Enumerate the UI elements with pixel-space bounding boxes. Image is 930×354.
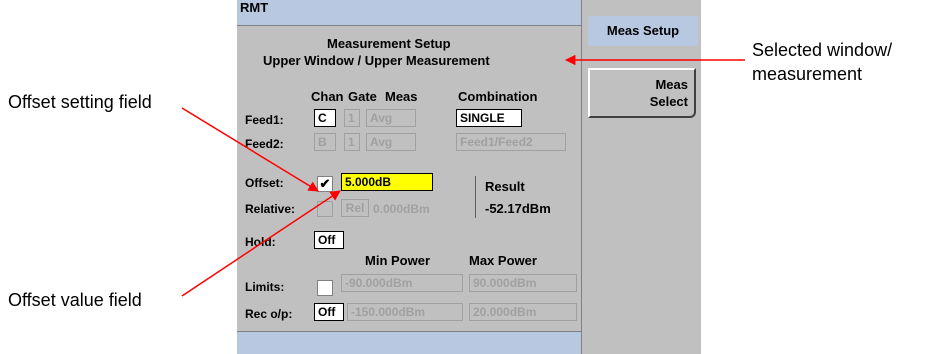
col-header-chan: Chan — [311, 89, 344, 104]
softkey-menu-title: Meas Setup — [588, 16, 698, 46]
feed2-meas-field[interactable]: Avg — [366, 133, 416, 151]
rec-op-label: Rec o/p: — [245, 307, 293, 321]
instrument-display: RMT Measurement Setup Upper Window / Upp… — [237, 0, 701, 354]
feed1-gate-field[interactable]: 1 — [344, 109, 360, 127]
col-header-gate: Gate — [348, 89, 377, 104]
feed1-label: Feed1: — [245, 113, 284, 127]
feed2-combination-field[interactable]: Feed1/Feed2 — [456, 133, 566, 151]
meas-select-label-line2: Select — [649, 94, 688, 109]
rec-op-min-field[interactable]: -150.000dBm — [347, 303, 463, 321]
feed2-gate-field[interactable]: 1 — [344, 133, 360, 151]
feed2-chan-field[interactable]: B — [314, 133, 336, 151]
limits-max-field[interactable]: 90.000dBm — [469, 274, 577, 292]
status-bar-top: RMT — [237, 0, 581, 26]
result-value: -52.17dBm — [485, 201, 551, 216]
limits-label: Limits: — [245, 280, 285, 294]
callout-selected-window-line2: measurement — [752, 64, 863, 84]
feed2-label: Feed2: — [245, 137, 284, 151]
rel-button[interactable]: Rel — [341, 199, 369, 217]
col-header-combination: Combination — [458, 89, 538, 104]
relative-value: 0.000dBm — [373, 202, 430, 216]
meas-select-softkey[interactable]: Meas Select — [588, 68, 696, 118]
relative-checkbox[interactable] — [317, 201, 333, 217]
callout-selected-window-line1: Selected window/ — [752, 40, 893, 60]
offset-checkbox[interactable]: ✔ — [317, 176, 333, 192]
page-subtitle: Upper Window / Upper Measurement — [263, 53, 490, 68]
limits-min-field[interactable]: -90.000dBm — [341, 274, 463, 292]
remote-indicator: RMT — [240, 0, 269, 15]
rec-op-field[interactable]: Off — [314, 303, 344, 321]
main-panel: RMT Measurement Setup Upper Window / Upp… — [237, 0, 581, 354]
feed1-chan-field[interactable]: C — [314, 109, 336, 127]
feed1-combination-field[interactable]: SINGLE — [456, 109, 522, 127]
result-divider — [475, 176, 476, 218]
callout-offset-setting: Offset setting field — [8, 92, 152, 112]
status-bar-bottom — [237, 331, 581, 354]
offset-label: Offset: — [245, 176, 284, 190]
feed1-meas-field[interactable]: Avg — [366, 109, 416, 127]
min-power-header: Min Power — [365, 253, 431, 268]
result-label: Result — [485, 179, 525, 194]
page-title: Measurement Setup — [327, 36, 451, 51]
rec-op-max-field[interactable]: 20.000dBm — [469, 303, 577, 321]
callout-offset-value: Offset value field — [8, 290, 142, 310]
meas-select-label-line1: Meas — [655, 77, 688, 92]
relative-label: Relative: — [245, 202, 296, 216]
limits-checkbox[interactable] — [317, 280, 333, 296]
hold-label: Hold: — [245, 235, 276, 249]
hold-field[interactable]: Off — [314, 231, 344, 249]
col-header-meas: Meas — [385, 89, 418, 104]
offset-value-field[interactable]: 5.000dB — [341, 173, 433, 191]
max-power-header: Max Power — [469, 253, 537, 268]
softkey-panel: Meas Setup Meas Select — [581, 0, 701, 354]
